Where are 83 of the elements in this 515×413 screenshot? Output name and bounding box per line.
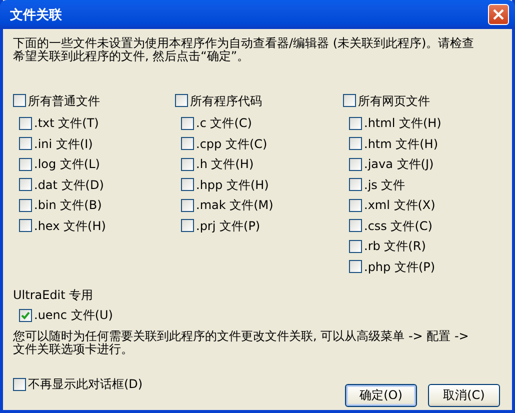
checkbox[interactable] <box>19 219 32 232</box>
checkbox-label[interactable]: .cpp 文件(C) <box>196 136 268 151</box>
checkbox[interactable] <box>19 308 32 322</box>
checkbox-label[interactable]: .hpp 文件(H) <box>196 178 269 192</box>
checkbox[interactable] <box>181 178 194 192</box>
section-heading: UltraEdit 专用 <box>13 287 94 304</box>
checkbox-option[interactable]: .htm 文件(H) <box>349 134 504 154</box>
checkbox-option[interactable]: .rb 文件(R) <box>349 236 504 256</box>
checkbox-label[interactable]: .css 文件(C) <box>364 218 432 233</box>
checkbox-label[interactable]: .htm 文件(H) <box>364 136 438 151</box>
checkbox-option[interactable]: .xml 文件(X) <box>349 195 504 216</box>
checkbox-option[interactable]: .css 文件(C) <box>349 216 504 236</box>
checkbox[interactable] <box>181 198 194 212</box>
checkbox[interactable] <box>181 158 194 171</box>
checkbox[interactable] <box>349 240 362 253</box>
checkbox-option[interactable]: .uenc 文件(U) <box>19 305 504 326</box>
checkbox-label[interactable]: .mak 文件(M) <box>196 198 274 212</box>
dialog-button[interactable]: 确定(O) <box>345 384 417 406</box>
checkbox[interactable] <box>13 94 26 107</box>
checkbox-option[interactable]: .js 文件 <box>349 174 504 195</box>
checkbox[interactable] <box>181 116 194 130</box>
window-title: 文件关联 <box>10 6 62 24</box>
checkbox-label[interactable]: 所有网页文件 <box>358 94 430 108</box>
checkbox-option[interactable]: .hpp 文件(H) <box>181 174 343 195</box>
checkbox[interactable] <box>349 260 362 274</box>
checkbox[interactable] <box>19 198 32 212</box>
checkbox[interactable] <box>175 94 188 107</box>
checkbox-option[interactable]: .bin 文件(B) <box>19 195 175 216</box>
checkbox-label[interactable]: .log 文件(L) <box>34 157 100 172</box>
checkbox[interactable] <box>181 219 194 232</box>
checkbox[interactable] <box>181 137 194 150</box>
checkbox-label[interactable]: .java 文件(J) <box>364 157 434 172</box>
checkbox-label[interactable]: .bin 文件(B) <box>34 198 102 212</box>
checkbox-label[interactable]: .xml 文件(X) <box>364 198 436 212</box>
checkbox-label[interactable]: .hex 文件(H) <box>34 218 106 233</box>
close-button[interactable] <box>488 4 509 25</box>
note-text: 您可以随时为任何需要关联到此程序的文件更改文件关联, 可以从高级菜单 -> 配置 -> 文件关联选项卡进行。 <box>13 330 470 356</box>
checkbox-option[interactable]: .h 文件(H) <box>181 154 343 174</box>
checkbox-option[interactable]: .prj 文件(P) <box>181 216 343 236</box>
checkbox-option[interactable]: .ini 文件(I) <box>19 134 175 154</box>
checkbox[interactable] <box>19 158 32 171</box>
checkbox-option[interactable]: 所有普通文件 <box>13 92 175 109</box>
checkbox-label[interactable]: .txt 文件(T) <box>34 116 99 130</box>
checkbox-label[interactable]: .ini 文件(I) <box>34 136 93 151</box>
checkbox[interactable] <box>19 137 32 150</box>
checkbox[interactable] <box>19 116 32 130</box>
checkbox-label[interactable]: .uenc 文件(U) <box>34 308 113 322</box>
checkbox[interactable] <box>19 178 32 192</box>
checkbox[interactable] <box>349 116 362 130</box>
checkbox[interactable] <box>349 137 362 150</box>
checkbox-label[interactable]: .prj 文件(P) <box>196 218 260 233</box>
checkbox-label[interactable]: .h 文件(H) <box>196 157 254 172</box>
dialog-button[interactable]: 取消(C) <box>428 384 500 406</box>
close-icon <box>492 8 505 21</box>
checkbox-option[interactable]: .html 文件(H) <box>349 113 504 134</box>
checkbox-option[interactable]: .cpp 文件(C) <box>181 134 343 154</box>
checkbox-option[interactable]: .mak 文件(M) <box>181 195 343 216</box>
checkbox-option[interactable]: 所有网页文件 <box>343 92 504 109</box>
checkbox-option[interactable]: .dat 文件(D) <box>19 174 175 195</box>
checkbox[interactable] <box>349 219 362 232</box>
checkbox-option[interactable]: .hex 文件(H) <box>19 216 175 236</box>
checkbox-label[interactable]: .dat 文件(D) <box>34 178 104 192</box>
checkbox-label[interactable]: 不再显示此对话框(D) <box>28 377 143 391</box>
checkbox[interactable] <box>343 94 356 107</box>
checkbox-label[interactable]: 所有普通文件 <box>28 94 100 108</box>
intro-text: 下面的一些文件未设置为使用本程序作为自动查看器/编辑器 (未关联到此程序)。请检查希望关联到此程序的文件, 然后点击“确定”。 <box>13 37 476 63</box>
checkbox-label[interactable]: .php 文件(P) <box>364 260 436 274</box>
checkbox-label[interactable]: 所有程序代码 <box>190 94 262 108</box>
checkbox[interactable] <box>349 198 362 212</box>
checkbox[interactable] <box>13 378 26 390</box>
checkbox-option[interactable]: .php 文件(P) <box>349 256 504 277</box>
checkbox-option[interactable]: .log 文件(L) <box>19 154 175 174</box>
checkbox-label[interactable]: .c 文件(C) <box>196 116 252 130</box>
checkbox-label[interactable]: .html 文件(H) <box>364 116 442 130</box>
checkbox-label[interactable]: .rb 文件(R) <box>364 239 426 254</box>
checkbox-option[interactable]: .java 文件(J) <box>349 154 504 174</box>
checkbox-option[interactable]: 不再显示此对话框(D) <box>13 376 143 392</box>
checkbox-option[interactable]: .txt 文件(T) <box>19 113 175 134</box>
checkbox-option[interactable]: 所有程序代码 <box>175 92 343 109</box>
checkbox[interactable] <box>349 178 362 192</box>
checkbox-label[interactable]: .js 文件 <box>364 178 406 192</box>
checkbox-option[interactable]: .c 文件(C) <box>181 113 343 134</box>
checkbox[interactable] <box>349 158 362 171</box>
